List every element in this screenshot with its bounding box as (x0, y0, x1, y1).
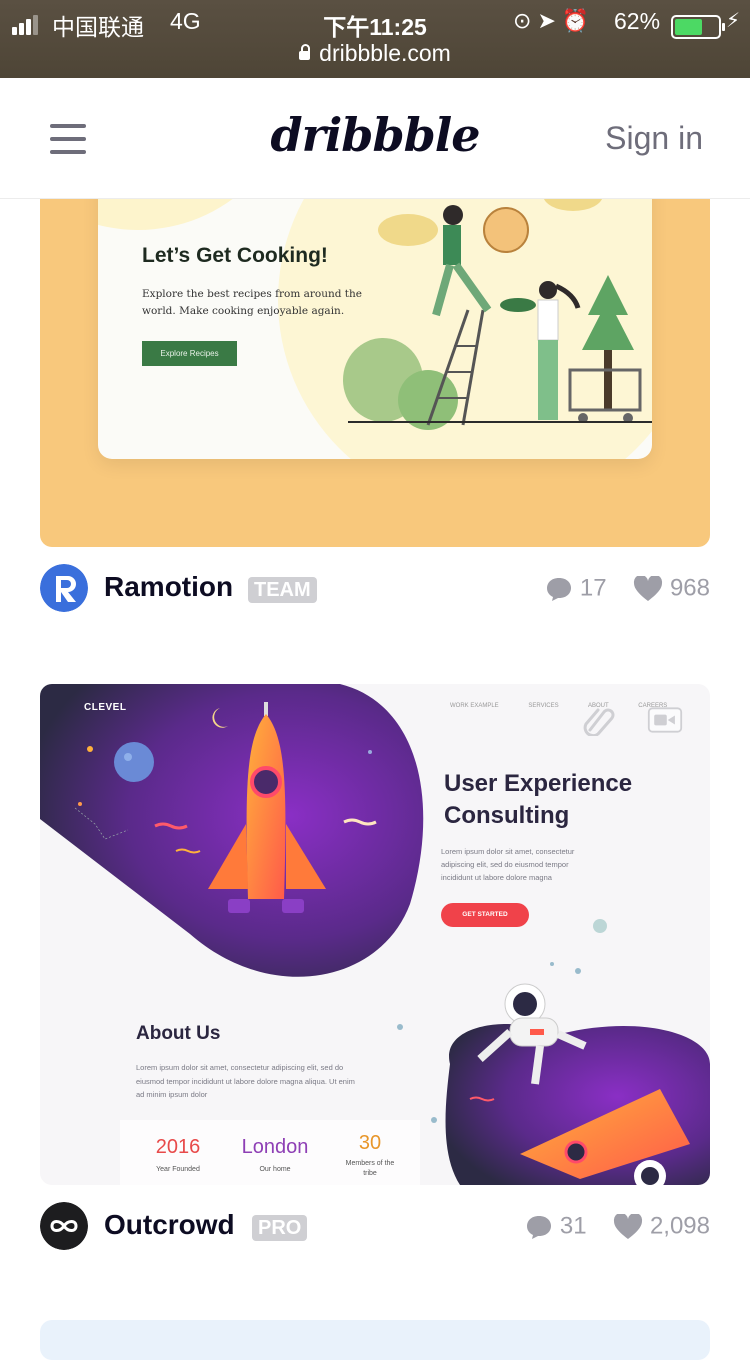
stat-label: Year Founded (156, 1166, 200, 1173)
stat-block: 2016 Year Founded (128, 1136, 228, 1175)
charging-icon: ⚡ (726, 10, 741, 32)
location-icon: ➤ (537, 8, 562, 33)
shot-description: Explore the best recipes from around the… (142, 288, 363, 317)
ramotion-logo-icon (40, 564, 88, 612)
url-bar[interactable]: dribbble.com (0, 40, 750, 67)
status-bar: 中国联通 4G 下午11:25 ⊙➤⏰ 62% ⚡ dribbble.com (0, 0, 750, 78)
lock-icon (299, 44, 311, 60)
stat-value: 2016 (155, 1136, 201, 1158)
stat-label: Members of the tribe (345, 1160, 395, 1177)
about-description: Lorem ipsum dolor sit amet, consectetur … (136, 1063, 355, 1099)
author-name[interactable]: Ramotion (104, 571, 233, 603)
shot-meta-ramotion: Ramotion TEAM 17 968 (40, 564, 710, 614)
alarm-icon: ⏰ (561, 8, 596, 33)
attachment-icon[interactable] (580, 704, 616, 736)
like-count: 968 (669, 574, 710, 602)
battery-percent: 62% (614, 8, 661, 34)
pro-badge: PRO (252, 1215, 308, 1241)
author-name[interactable]: Outcrowd (104, 1209, 235, 1241)
shot-stats: 31 2,098 (525, 1212, 710, 1241)
comment-icon[interactable] (525, 1214, 553, 1240)
stat-value: London (241, 1136, 309, 1158)
shot-description: Lorem ipsum dolor sit amet, consectetur … (441, 847, 575, 882)
avatar[interactable] (40, 1202, 88, 1250)
stat-label: Our home (259, 1166, 291, 1173)
clevel-logo: CLEVEL (84, 702, 127, 713)
shot-meta-outcrowd: Outcrowd PRO 31 2,098 (40, 1202, 710, 1252)
explore-recipes-button: Explore Recipes (142, 341, 237, 366)
get-started-button: GET STARTED (441, 903, 529, 927)
comment-count: 17 (579, 574, 607, 602)
shot-preview-next[interactable] (40, 1320, 710, 1360)
space-illustration (40, 684, 710, 1185)
battery-icon (671, 15, 725, 39)
team-badge: TEAM (248, 577, 317, 603)
about-heading: About Us (136, 1023, 221, 1044)
shot-headline: Let’s Get Cooking! (142, 244, 328, 267)
stat-value: 30 (358, 1132, 382, 1154)
preview-nav-item: SERVICES (528, 703, 559, 709)
video-icon[interactable] (647, 704, 683, 736)
url-text: dribbble.com (319, 40, 451, 66)
avatar[interactable] (40, 564, 88, 612)
like-count: 2,098 (649, 1212, 710, 1240)
shot-headline: User Experience Consulting (444, 770, 633, 829)
shot-preview-ramotion[interactable]: Let’s Get Cooking! Explore the best reci… (40, 150, 710, 547)
site-header: dribbble Sign in (0, 78, 750, 199)
signin-link[interactable]: Sign in (605, 120, 703, 157)
heart-icon[interactable] (633, 575, 663, 602)
comment-count: 31 (559, 1212, 587, 1240)
orientation-lock-icon: ⊙ (513, 8, 538, 33)
stat-block: London Our home (225, 1136, 325, 1175)
shot-stats: 17 968 (545, 574, 710, 603)
comment-icon[interactable] (545, 576, 573, 602)
shot-preview-outcrowd[interactable]: CLEVEL WORK EXAMPLE SERVICES ABOUT CAREE… (40, 684, 710, 1185)
preview-nav-item: WORK EXAMPLE (450, 703, 499, 709)
stat-block: 30 Members of the tribe (320, 1132, 420, 1179)
outcrowd-logo-icon (40, 1202, 88, 1250)
heart-icon[interactable] (613, 1213, 643, 1240)
